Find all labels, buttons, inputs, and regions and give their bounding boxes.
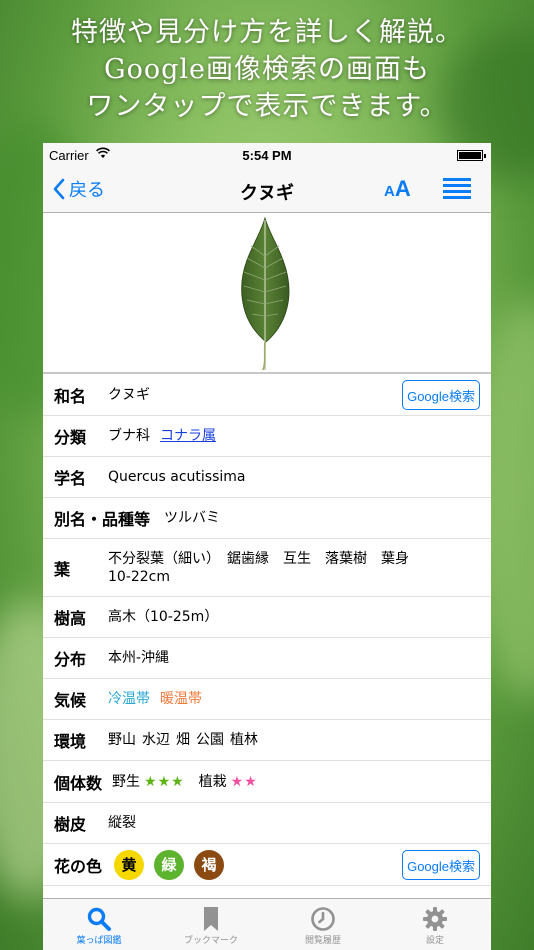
promo-line-2: Google画像検索の画面も [104,54,430,85]
flower-color-badge: 褐 [194,849,225,880]
tab-label: ブックマーク [183,936,238,946]
font-small-label: A [384,183,395,200]
battery-icon [457,150,486,161]
row-gakumei: 学名 Quercus acutissima [43,457,491,498]
row-hana: 花の色 黄緑褐 Google検索 [43,844,491,886]
promo-line-3: ワンタップで表示できます。 [86,91,448,122]
row-value: ブナ科 コナラ属 [108,427,491,445]
tab-settings[interactable]: 設定 [379,899,491,950]
climate-cool: 冷温帯 [108,691,150,707]
row-label: 別名・品種等 [54,510,151,529]
planted-label: 植栽 [198,773,227,790]
google-search-button[interactable]: Google検索 [402,380,480,410]
row-value: 野山 水辺畑公園 植林 [108,731,491,749]
wild-label: 野生 [112,773,141,790]
menu-icon[interactable] [443,178,471,200]
page-title: クヌギ [240,183,294,203]
status-time: 5:54 PM [242,148,292,163]
row-value: 本州-沖縄 [108,650,170,666]
row-bunrui: 分類 ブナ科 コナラ属 [43,416,491,457]
row-value: 冷温帯 暖温帯 [108,690,491,708]
row-ha: 葉 不分裂葉（細い） 鋸歯縁 互生 落葉樹 葉身 10-22cm [43,539,491,597]
row-value: 野生 ★★★ 植栽 ★★ [112,773,491,791]
row-label: 環境 [54,732,87,751]
row-label: 花の色 [54,856,103,876]
row-value: 高木（10-25m） [108,609,219,625]
row-label: 葉 [54,559,71,579]
genus-link[interactable]: コナラ属 [160,428,216,444]
row-label: 和名 [54,386,87,406]
row-value: ツルバミ [164,510,221,526]
status-bar: Carrier 5:54 PM [43,143,491,167]
row-value: Quercus acutissima [108,469,246,485]
habitat-item: 植林 [230,732,258,748]
habitat-item: 畑 [176,732,190,748]
tab-bookmark[interactable]: ブックマーク [155,899,267,950]
row-label: 分布 [54,650,87,669]
gear-icon [422,905,448,933]
flower-color-badge: 黄 [114,849,145,880]
row-label: 分類 [54,428,87,447]
family-label: ブナ科 [108,428,150,444]
font-size-button[interactable]: AA [384,176,411,202]
row-juhi: 樹皮 縦裂 [43,803,491,844]
row-betsumei: 別名・品種等 ツルバミ [43,498,491,539]
row-jukou: 樹高 高木（10-25m） [43,597,491,638]
habitat-item: 水辺 [142,732,170,748]
tab-label: 葉っぱ図鑑 [76,936,122,946]
leaf-features: 不分裂葉（細い） 鋸歯縁 互生 落葉樹 葉身 [108,550,409,567]
bookmark-icon [202,905,220,933]
row-kankyou: 環境 野山 水辺畑公園 植林 [43,720,491,761]
row-kikou: 気候 冷温帯 暖温帯 [43,679,491,720]
tab-history[interactable]: 閲覧履歴 [267,899,379,950]
row-value: 不分裂葉（細い） 鋸歯縁 互生 落葉樹 葉身 10-22cm [108,550,491,586]
history-icon [310,905,336,933]
detail-list: 和名 クヌギ Google検索 分類 ブナ科 コナラ属 学名 Quercus ac… [43,374,491,886]
row-bunpu: 分布 本州-沖縄 [43,638,491,679]
row-label: 樹高 [54,609,87,628]
search-icon [86,905,112,933]
leaf-image [241,216,290,371]
row-label: 樹皮 [54,815,87,834]
habitat-item: 野山 [108,732,136,748]
navigation-bar: 戻る クヌギ AA [43,167,491,213]
tab-leaf-guide[interactable]: 葉っぱ図鑑 [43,899,155,950]
row-value: 縦裂 [108,815,136,831]
flower-color-badge: 緑 [154,849,185,880]
promo-line-1: 特徴や見分け方を詳しく解説。 [71,17,463,48]
row-label: 気候 [54,691,87,710]
font-big-label: A [394,176,411,201]
planted-stars: ★★ [230,773,258,790]
promo-text: 特徴や見分け方を詳しく解説。 Google画像検索の画面も ワンタップで表示でき… [0,14,534,125]
leaf-image-area [43,213,491,374]
habitat-item: 公園 [196,732,224,748]
tab-label: 閲覧履歴 [304,936,341,946]
leaf-length: 10-22cm [108,568,171,585]
row-label: 学名 [54,469,87,488]
tab-label: 設定 [425,936,444,946]
tab-bar: 葉っぱ図鑑 ブックマーク 閲覧履歴 設定 [43,898,491,950]
climate-warm: 暖温帯 [160,691,202,707]
row-kotaisu: 個体数 野生 ★★★ 植栽 ★★ [43,761,491,803]
wild-stars: ★★★ [144,773,185,790]
row-wamei: 和名 クヌギ Google検索 [43,374,491,416]
row-label: 個体数 [54,773,103,793]
phone-screen: Carrier 5:54 PM 戻る クヌギ AA 和名 クヌギ Google検… [43,143,491,950]
google-search-button[interactable]: Google検索 [402,850,480,880]
